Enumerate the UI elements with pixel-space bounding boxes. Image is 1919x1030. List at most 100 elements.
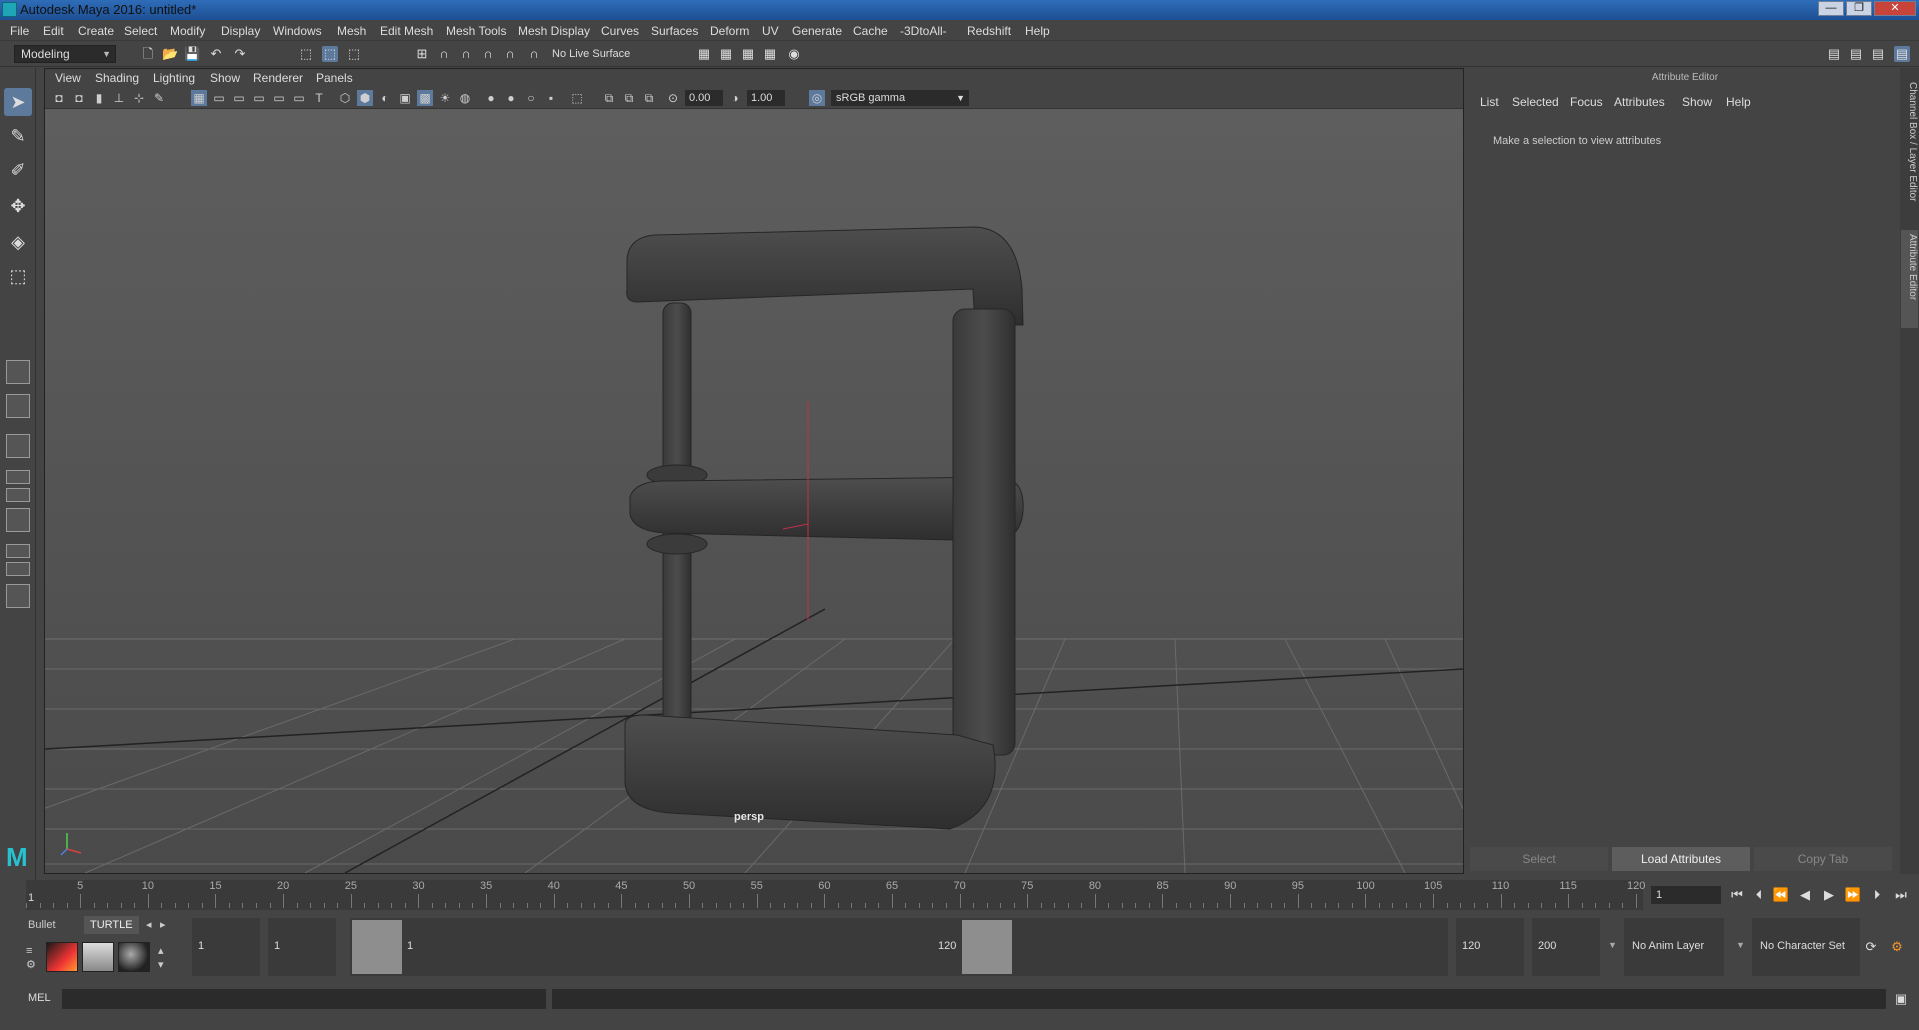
xray-components-icon[interactable]: ⧉ (621, 90, 637, 106)
uv-layout-icon[interactable] (6, 562, 30, 576)
playback-end-field[interactable]: 120 (1456, 918, 1524, 976)
image-plane-icon[interactable]: ⊥ (111, 90, 127, 106)
persp-graph-layout-icon[interactable] (6, 470, 30, 484)
paint-select-tool-icon[interactable]: ✐ (4, 156, 32, 184)
turtle-render-icon[interactable] (46, 942, 78, 972)
open-scene-icon[interactable]: 📂 (162, 46, 178, 62)
maximize-button[interactable]: ❐ (1846, 1, 1872, 16)
panel-menu-lighting[interactable]: Lighting (153, 71, 195, 85)
use-all-lights-icon[interactable]: ▩ (417, 90, 433, 106)
attr-menu-help[interactable]: Help (1726, 95, 1751, 109)
menu-surfaces[interactable]: Surfaces (651, 24, 698, 38)
isolate-select-icon[interactable]: ▪ (543, 90, 559, 106)
grid-toggle-icon[interactable]: ▦ (191, 90, 207, 106)
four-view-layout-icon[interactable] (6, 394, 30, 418)
step-forward-key-icon[interactable]: ⏩ (1844, 886, 1862, 904)
play-backward-icon[interactable]: ◀ (1796, 886, 1814, 904)
shelf-settings-icon[interactable]: ⚙ (20, 956, 42, 974)
color-management-icon[interactable]: ◎ (809, 90, 825, 106)
outliner-layout-icon[interactable] (6, 508, 30, 532)
panel-menu-view[interactable]: View (55, 71, 81, 85)
auto-key-icon[interactable]: ⟳ (1862, 938, 1880, 956)
step-forward-frame-icon[interactable]: ⏵ (1868, 886, 1886, 904)
menu-uv[interactable]: UV (762, 24, 779, 38)
render-frame-icon[interactable]: ▦ (718, 46, 734, 62)
menu-help[interactable]: Help (1025, 24, 1050, 38)
safe-action-icon[interactable]: ▭ (291, 90, 307, 106)
menu-mesh-display[interactable]: Mesh Display (518, 24, 590, 38)
character-set-select[interactable]: ▼ No Character Set (1736, 918, 1860, 976)
snap-point-icon[interactable]: ∩ (458, 46, 474, 62)
make-live-icon[interactable]: ∩ (526, 46, 542, 62)
redo-icon[interactable]: ↷ (232, 46, 248, 62)
menu-mesh-tools[interactable]: Mesh Tools (446, 24, 506, 38)
multisample-aa-icon[interactable]: ● (503, 90, 519, 106)
select-object-icon[interactable]: ⬚ (322, 46, 338, 62)
ipr-render-icon[interactable]: ▦ (740, 46, 756, 62)
shelf-tab-bullet[interactable]: Bullet (22, 916, 62, 934)
tab-channel-box[interactable]: Channel Box / Layer Editor (1901, 78, 1918, 220)
menu-edit-mesh[interactable]: Edit Mesh (380, 24, 433, 38)
motion-blur-icon[interactable]: ● (483, 90, 499, 106)
wireframe-icon[interactable]: ⬡ (337, 90, 353, 106)
play-forward-icon[interactable]: ▶ (1820, 886, 1838, 904)
tool-settings-toggle-icon[interactable]: ▤ (1870, 46, 1886, 62)
select-hierarchy-icon[interactable]: ⬚ (298, 46, 314, 62)
animation-preferences-icon[interactable]: ⚙ (1888, 938, 1906, 956)
menu-mesh[interactable]: Mesh (337, 24, 366, 38)
gamma-field[interactable]: 1.00 (747, 90, 785, 106)
graph-layout-icon[interactable] (6, 544, 30, 558)
shelf-tab-turtle[interactable]: TURTLE (84, 916, 139, 934)
end-time-field[interactable]: 200 (1532, 918, 1600, 976)
snap-curve-icon[interactable]: ∩ (436, 46, 452, 62)
hypershade-icon[interactable]: ◉ (786, 46, 802, 62)
shadows-icon[interactable]: ☀ (437, 90, 453, 106)
screen-space-ao-icon[interactable]: ◍ (457, 90, 473, 106)
time-ruler[interactable]: 1 5 10 15 20 25 30 35 40 45 50 55 60 65 70 75 80 85 90 95 1… (26, 880, 1645, 910)
copy-tab-button[interactable]: Copy Tab (1754, 847, 1892, 871)
minimize-button[interactable]: — (1818, 1, 1844, 16)
persp-outliner-layout-icon[interactable] (6, 434, 30, 458)
close-button[interactable]: ✕ (1874, 1, 1916, 16)
attr-menu-focus[interactable]: Focus (1570, 95, 1603, 109)
channel-box-toggle-icon[interactable]: ▤ (1894, 46, 1910, 62)
script-editor-icon[interactable]: ▣ (1892, 990, 1910, 1008)
depth-of-field-icon[interactable]: ○ (523, 90, 539, 106)
anim-layer-select[interactable]: ▼ No Anim Layer (1608, 918, 1724, 976)
go-to-end-icon[interactable]: ⏭ (1892, 886, 1910, 904)
save-scene-icon[interactable]: 💾 (184, 46, 200, 62)
go-to-start-icon[interactable]: ⏮ (1728, 886, 1746, 904)
resolution-gate-icon[interactable]: ▭ (231, 90, 247, 106)
rotate-tool-icon[interactable]: ◈ (4, 228, 32, 256)
attr-menu-list[interactable]: List (1480, 95, 1499, 109)
attr-menu-show[interactable]: Show (1682, 95, 1712, 109)
menu-create[interactable]: Create (78, 24, 114, 38)
custom-layout-icon[interactable] (6, 584, 30, 608)
live-surface-field[interactable]: No Live Surface (552, 46, 648, 62)
menu-redshift[interactable]: Redshift (967, 24, 1011, 38)
menu-cache[interactable]: Cache (853, 24, 888, 38)
menu-curves[interactable]: Curves (601, 24, 639, 38)
scale-tool-icon[interactable]: ⬚ (4, 262, 32, 290)
single-perspective-layout-icon[interactable] (6, 360, 30, 384)
attr-menu-attributes[interactable]: Attributes (1614, 95, 1665, 109)
exposure-field[interactable]: 0.00 (685, 90, 723, 106)
shelf-scroll-right-icon[interactable]: ▸ (154, 916, 172, 934)
step-back-frame-icon[interactable]: ⏴ (1750, 886, 1768, 904)
shelf-down-icon[interactable]: ▾ (152, 956, 170, 974)
smooth-shade-icon[interactable]: ⬢ (357, 90, 373, 106)
mel-command-input[interactable] (62, 989, 546, 1009)
3d-scene-view[interactable] (45, 109, 1463, 873)
load-attributes-button[interactable]: Load Attributes (1612, 847, 1750, 871)
exposure-icon[interactable]: ⊙ (665, 90, 681, 106)
menu-modify[interactable]: Modify (170, 24, 205, 38)
panel-menu-shading[interactable]: Shading (95, 71, 139, 85)
step-back-key-icon[interactable]: ⏪ (1772, 886, 1790, 904)
film-gate-icon[interactable]: ▭ (211, 90, 227, 106)
gamma-icon[interactable]: ◑ (727, 90, 743, 106)
xray-joints-icon[interactable]: ⧉ (601, 90, 617, 106)
menu-windows[interactable]: Windows (273, 24, 322, 38)
snap-view-icon[interactable]: ∩ (480, 46, 496, 62)
select-button[interactable]: Select (1470, 847, 1608, 871)
turtle-sphere-icon[interactable] (118, 942, 150, 972)
